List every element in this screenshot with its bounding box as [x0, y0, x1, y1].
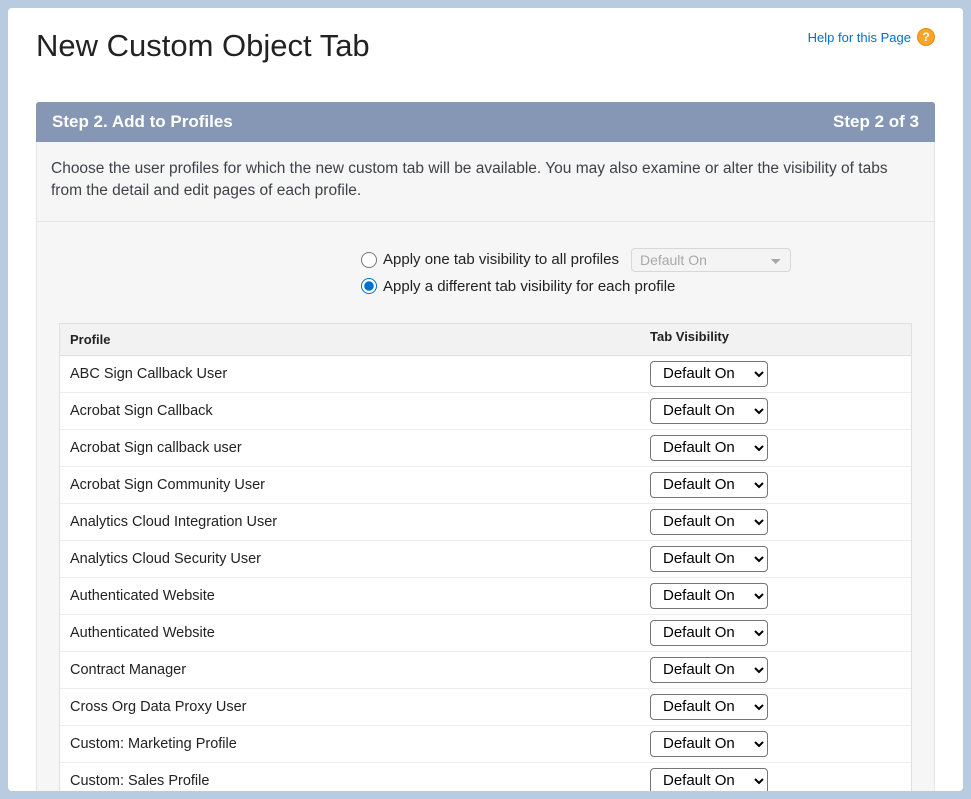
- step-heading-bar: Step 2. Add to Profiles Step 2 of 3: [36, 102, 935, 142]
- profile-name-cell: Contract Manager: [60, 656, 640, 684]
- profile-name-cell: Authenticated Website: [60, 582, 640, 610]
- tab-visibility-select[interactable]: Default On: [650, 694, 768, 720]
- visibility-cell: Default On: [640, 689, 911, 725]
- visibility-cell: Default On: [640, 356, 911, 392]
- instructions-text: Choose the user profiles for which the n…: [37, 142, 934, 222]
- apply-all-visibility-select: Default On: [631, 248, 791, 272]
- table-row: Acrobat Sign callback user Default On: [60, 430, 911, 467]
- table-row: Acrobat Sign Callback Default On: [60, 393, 911, 430]
- profile-name-cell: Authenticated Website: [60, 619, 640, 647]
- visibility-cell: Default On: [640, 615, 911, 651]
- profile-name-cell: Analytics Cloud Security User: [60, 545, 640, 573]
- scroll-viewport[interactable]: New Custom Object Tab Help for this Page…: [8, 8, 963, 791]
- radio-apply-each[interactable]: Apply a different tab visibility for eac…: [361, 278, 791, 295]
- table-row: Cross Org Data Proxy User Default On: [60, 689, 911, 726]
- visibility-cell: Default On: [640, 578, 911, 614]
- profile-name-cell: ABC Sign Callback User: [60, 360, 640, 388]
- radio-apply-each-input[interactable]: [361, 278, 377, 294]
- visibility-cell: Default On: [640, 652, 911, 688]
- visibility-cell: Default On: [640, 504, 911, 540]
- visibility-cell: Default On: [640, 763, 911, 791]
- table-row: ABC Sign Callback User Default On: [60, 356, 911, 393]
- tab-visibility-select[interactable]: Default On: [650, 472, 768, 498]
- column-header-profile: Profile: [60, 324, 640, 355]
- visibility-cell: Default On: [640, 430, 911, 466]
- step-progress: Step 2 of 3: [833, 112, 919, 132]
- page-title: New Custom Object Tab: [36, 28, 370, 64]
- radio-apply-each-label: Apply a different tab visibility for eac…: [383, 278, 675, 295]
- tab-visibility-select[interactable]: Default On: [650, 509, 768, 535]
- profiles-table-body: ABC Sign Callback UserDefault OnAcrobat …: [60, 356, 911, 791]
- radio-apply-all-label: Apply one tab visibility to all profiles: [383, 251, 619, 268]
- tab-visibility-select[interactable]: Default On: [650, 768, 768, 791]
- profile-name-cell: Custom: Sales Profile: [60, 767, 640, 791]
- profile-name-cell: Cross Org Data Proxy User: [60, 693, 640, 721]
- radio-apply-all-input[interactable]: [361, 252, 377, 268]
- column-header-visibility: Tab Visibility: [640, 324, 911, 355]
- profiles-table: Profile Tab Visibility ABC Sign Callback…: [59, 323, 912, 791]
- table-row: Authenticated Website Default On: [60, 578, 911, 615]
- tab-visibility-select[interactable]: Default On: [650, 361, 768, 387]
- visibility-cell: Default On: [640, 726, 911, 762]
- profile-name-cell: Acrobat Sign callback user: [60, 434, 640, 462]
- profile-name-cell: Analytics Cloud Integration User: [60, 508, 640, 536]
- profile-name-cell: Acrobat Sign Community User: [60, 471, 640, 499]
- tab-visibility-select[interactable]: Default On: [650, 546, 768, 572]
- tab-visibility-select[interactable]: Default On: [650, 398, 768, 424]
- table-row: Custom: Sales Profile Default On: [60, 763, 911, 791]
- profile-name-cell: Custom: Marketing Profile: [60, 730, 640, 758]
- step-title: Step 2. Add to Profiles: [52, 112, 233, 132]
- profiles-table-header: Profile Tab Visibility: [60, 324, 911, 356]
- tab-visibility-select[interactable]: Default On: [650, 620, 768, 646]
- table-row: Contract Manager Default On: [60, 652, 911, 689]
- visibility-cell: Default On: [640, 393, 911, 429]
- tab-visibility-select[interactable]: Default On: [650, 435, 768, 461]
- page-header: New Custom Object Tab Help for this Page…: [36, 28, 935, 64]
- help-icon: ?: [917, 28, 935, 46]
- profile-name-cell: Acrobat Sign Callback: [60, 397, 640, 425]
- help-link-text: Help for this Page: [808, 30, 911, 45]
- tab-visibility-select[interactable]: Default On: [650, 657, 768, 683]
- radio-apply-all[interactable]: Apply one tab visibility to all profiles…: [361, 248, 791, 272]
- table-row: Authenticated Website Default On: [60, 615, 911, 652]
- table-row: Analytics Cloud Security User Default On: [60, 541, 911, 578]
- page-content: New Custom Object Tab Help for this Page…: [8, 8, 963, 791]
- visibility-mode-radios: Apply one tab visibility to all profiles…: [37, 222, 934, 323]
- tab-visibility-select[interactable]: Default On: [650, 731, 768, 757]
- step-body: Choose the user profiles for which the n…: [36, 142, 935, 791]
- help-for-this-page-link[interactable]: Help for this Page ?: [808, 28, 935, 46]
- table-row: Custom: Marketing Profile Default On: [60, 726, 911, 763]
- table-row: Analytics Cloud Integration User Default …: [60, 504, 911, 541]
- visibility-cell: Default On: [640, 541, 911, 577]
- tab-visibility-select[interactable]: Default On: [650, 583, 768, 609]
- table-row: Acrobat Sign Community User Default On: [60, 467, 911, 504]
- visibility-cell: Default On: [640, 467, 911, 503]
